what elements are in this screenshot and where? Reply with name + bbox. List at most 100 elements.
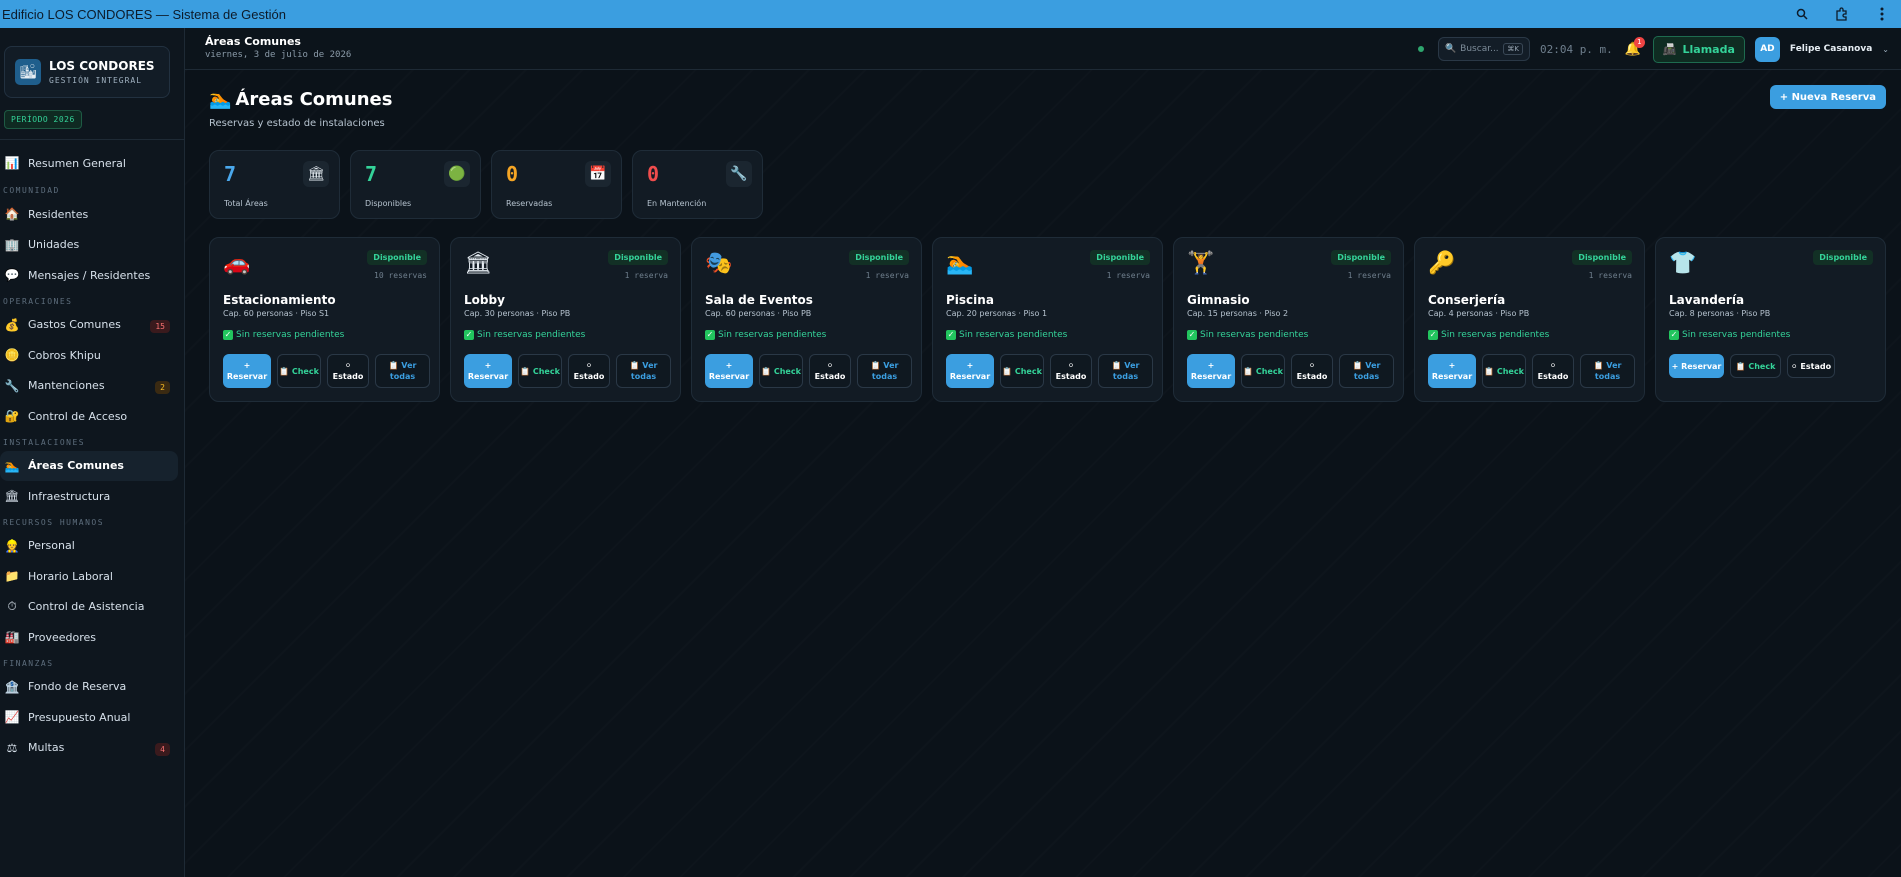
more-vert-icon[interactable] xyxy=(1873,5,1891,23)
new-reservation-button[interactable]: + Nueva Reserva xyxy=(1769,85,1886,109)
pending-status: ✓ Sin reservas pendientes xyxy=(1669,330,1790,340)
user-name[interactable]: Felipe Casanova xyxy=(1790,44,1872,54)
sidebar-item-mantenciones[interactable]: 🔧 Mantenciones 2 xyxy=(0,371,178,402)
view-all-button[interactable]: 📋 Ver todas xyxy=(1580,354,1635,388)
area-icon: 🏛 xyxy=(464,251,492,276)
area-capacity: Cap. 8 personas · Piso PB xyxy=(1669,309,1771,318)
check-button[interactable]: 📋 Check xyxy=(759,354,803,388)
area-actions: + Reservar 📋 Check ⚪ Estado 📋 Ver todas xyxy=(223,354,430,388)
sidebar-item-residentes[interactable]: 🏠 Residentes xyxy=(0,199,178,230)
sidebar-item-label: Presupuesto Anual xyxy=(28,710,131,724)
stat-label: Reservadas xyxy=(506,199,553,208)
reserve-button[interactable]: + Reservar xyxy=(464,354,512,388)
search-input[interactable]: 🔍 Buscar... ⌘K xyxy=(1437,37,1530,61)
sidebar-item-icon: 🏢 xyxy=(4,237,20,252)
reserve-button[interactable]: + Reservar xyxy=(705,354,753,388)
area-capacity: Cap. 15 personas · Piso 2 xyxy=(1187,309,1289,318)
call-button[interactable]: 📠 Llamada xyxy=(1652,35,1745,63)
area-actions: + Reservar 📋 Check ⚪ Estado xyxy=(1669,354,1835,378)
chevron-down-icon[interactable]: ⌄ xyxy=(1882,45,1889,54)
header-date: viernes, 3 de julio de 2026 xyxy=(205,50,352,60)
notifications-bell-icon[interactable]: 🔔 1 xyxy=(1623,36,1645,57)
check-button[interactable]: 📋 Check xyxy=(1241,354,1285,388)
sidebar-item-unidades[interactable]: 🏢 Unidades xyxy=(0,230,178,261)
sidebar-item-multas[interactable]: ⚖ Multas 4 xyxy=(0,733,178,764)
sidebar-item-label: Personal xyxy=(28,539,75,553)
stat-card: 7 Total Áreas 🏛 xyxy=(209,150,340,219)
check-button[interactable]: 📋 Check xyxy=(518,354,562,388)
sidebar-item-áreas-comunes[interactable]: 🏊 Áreas Comunes xyxy=(0,450,178,481)
check-button[interactable]: 📋 Check xyxy=(277,354,321,388)
area-name: Lavandería xyxy=(1669,293,1745,307)
sidebar-item-label: Gastos Comunes xyxy=(28,318,121,332)
estado-button[interactable]: ⚪ Estado xyxy=(1291,354,1333,388)
reserve-button[interactable]: + Reservar xyxy=(223,354,271,388)
reserve-button[interactable]: + Reservar xyxy=(946,354,994,388)
estado-button[interactable]: ⚪ Estado xyxy=(809,354,851,388)
reserve-button[interactable]: + Reservar xyxy=(1428,354,1476,388)
area-name: Sala de Eventos xyxy=(705,293,813,307)
view-all-button[interactable]: 📋 Ver todas xyxy=(616,354,671,388)
area-card: 🏋 Disponible 1 reserva Gimnasio Cap. 15 pers… xyxy=(1173,237,1404,402)
sidebar-item-icon: 🏠 xyxy=(4,207,20,222)
sidebar-item-personal[interactable]: 👷 Personal xyxy=(0,531,178,562)
search-shortcut: ⌘K xyxy=(1503,43,1523,55)
pending-status: ✓ Sin reservas pendientes xyxy=(1187,330,1308,340)
estado-button[interactable]: ⚪ Estado xyxy=(1787,354,1835,378)
user-avatar[interactable]: AD xyxy=(1754,36,1780,62)
stats-row: 7 Total Áreas 🏛 7 Disponibles 🟢 0 Reservadas 📅 0 E… xyxy=(209,150,763,219)
sidebar-item-mensajes-residentes[interactable]: 💬 Mensajes / Residentes xyxy=(0,260,178,291)
check-button[interactable]: 📋 Check xyxy=(1730,354,1781,378)
window-title: Edificio LOS CONDORES — Sistema de Gesti… xyxy=(2,6,286,22)
check-icon: ✓ xyxy=(1187,330,1197,340)
sidebar-item-resumen-general[interactable]: 📊 Resumen General xyxy=(0,146,178,180)
search-placeholder: Buscar... xyxy=(1460,44,1499,54)
area-actions: + Reservar 📋 Check ⚪ Estado 📋 Ver todas xyxy=(1428,354,1635,388)
sidebar-divider xyxy=(0,139,184,140)
status-badge: Disponible xyxy=(1331,250,1391,265)
pending-status-text: Sin reservas pendientes xyxy=(477,330,586,340)
view-all-button[interactable]: 📋 Ver todas xyxy=(1098,354,1153,388)
sidebar-item-infraestructura[interactable]: 🏛 Infraestructura xyxy=(0,481,178,512)
extension-icon[interactable] xyxy=(1833,5,1851,23)
sidebar-item-proveedores[interactable]: 🏭 Proveedores xyxy=(0,622,178,653)
view-all-button[interactable]: 📋 Ver todas xyxy=(1339,354,1394,388)
sidebar-item-cobros-khipu[interactable]: 🪙 Cobros Khipu xyxy=(0,340,178,371)
view-all-button[interactable]: 📋 Ver todas xyxy=(857,354,912,388)
estado-button[interactable]: ⚪ Estado xyxy=(568,354,610,388)
pending-status: ✓ Sin reservas pendientes xyxy=(223,330,344,340)
sidebar-item-presupuesto-anual[interactable]: 📈 Presupuesto Anual xyxy=(0,702,178,733)
sidebar-item-fondo-de-reserva[interactable]: 🏦 Fondo de Reserva xyxy=(0,672,178,703)
view-all-button[interactable]: 📋 Ver todas xyxy=(375,354,430,388)
estado-button[interactable]: ⚪ Estado xyxy=(1532,354,1574,388)
check-button[interactable]: 📋 Check xyxy=(1000,354,1044,388)
reserve-button[interactable]: + Reservar xyxy=(1187,354,1235,388)
notification-count: 1 xyxy=(1633,36,1645,48)
sidebar-item-horario-laboral[interactable]: 📁 Horario Laboral xyxy=(0,561,178,592)
pending-status-text: Sin reservas pendientes xyxy=(959,330,1068,340)
pending-status: ✓ Sin reservas pendientes xyxy=(946,330,1067,340)
pending-status-text: Sin reservas pendientes xyxy=(718,330,827,340)
area-capacity: Cap. 20 personas · Piso 1 xyxy=(946,309,1048,318)
area-icon: 🏊 xyxy=(946,251,974,276)
sidebar-item-label: Resumen General xyxy=(28,156,126,170)
zoom-icon[interactable] xyxy=(1793,5,1811,23)
sidebar-item-label: Fondo de Reserva xyxy=(28,680,127,694)
page-title-text: Áreas Comunes xyxy=(235,89,393,110)
estado-button[interactable]: ⚪ Estado xyxy=(1050,354,1092,388)
area-capacity: Cap. 60 personas · Piso S1 xyxy=(223,309,330,318)
area-icon: 🚗 xyxy=(223,251,251,276)
sidebar-item-control-de-asistencia[interactable]: ⏱ Control de Asistencia xyxy=(0,592,178,623)
sidebar-section-title: COMUNIDAD xyxy=(3,186,60,195)
area-name: Estacionamiento xyxy=(223,293,336,307)
sidebar-item-label: Horario Laboral xyxy=(28,569,113,583)
brand-card[interactable]: 🏙 LOS CONDORES GESTIÓN INTEGRAL xyxy=(4,46,170,98)
stat-card: 7 Disponibles 🟢 xyxy=(350,150,481,219)
check-button[interactable]: 📋 Check xyxy=(1482,354,1526,388)
sidebar-item-control-de-acceso[interactable]: 🔐 Control de Acceso xyxy=(0,401,178,432)
area-capacity: Cap. 60 personas · Piso PB xyxy=(705,309,812,318)
reserve-button[interactable]: + Reservar xyxy=(1669,354,1724,378)
status-badge: Disponible xyxy=(608,250,668,265)
estado-button[interactable]: ⚪ Estado xyxy=(327,354,369,388)
sidebar-item-gastos-comunes[interactable]: 💰 Gastos Comunes 15 xyxy=(0,310,178,341)
